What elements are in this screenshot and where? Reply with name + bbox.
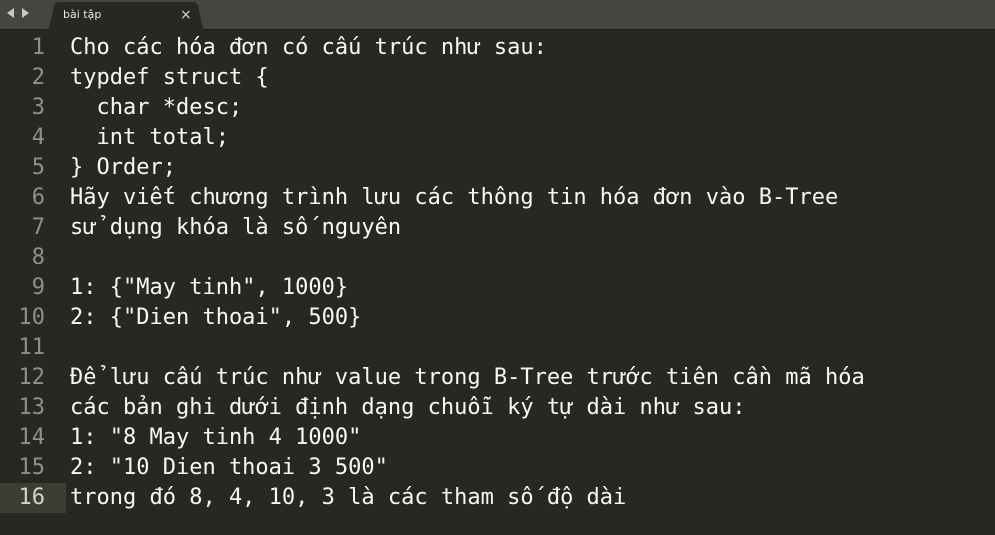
line-number: 15 <box>18 455 46 480</box>
line-number: 3 <box>31 95 45 120</box>
code-text: } Order; <box>70 155 176 180</box>
tab-bai-tap[interactable]: bài tập × <box>40 2 212 31</box>
chevron-right-icon[interactable] <box>20 7 30 19</box>
code-line[interactable]: 8 <box>0 243 995 273</box>
tab-bar: bài tập × <box>0 0 995 31</box>
code-line[interactable]: 15 2: "10 Dien thoai 3 500" <box>0 453 995 483</box>
code-line[interactable]: 7 sử dụng khóa là số nguyên <box>0 213 995 243</box>
chevron-left-icon[interactable] <box>6 7 16 19</box>
code-line[interactable]: 10 2: {"Dien thoai", 500} <box>0 303 995 333</box>
close-icon[interactable]: × <box>180 7 192 23</box>
line-number: 7 <box>31 215 45 240</box>
code-line[interactable]: 6 Hãy viết chương trình lưu các thông tin… <box>0 183 995 213</box>
line-number: 16 <box>18 485 46 510</box>
code-editor[interactable]: 1 Cho các hóa đơn có cấu trúc như sau: 2 ty… <box>0 31 995 535</box>
line-number: 14 <box>18 425 46 450</box>
code-line[interactable]: 16 trong đó 8, 4, 10, 3 là các tham số độ… <box>0 483 995 513</box>
code-line[interactable]: 4 int total; <box>0 123 995 153</box>
code-text: 2: "10 Dien thoai 3 500" <box>70 455 388 480</box>
line-number: 8 <box>31 245 45 270</box>
line-number: 1 <box>31 35 45 60</box>
code-text: 1: {"May tinh", 1000} <box>70 275 349 300</box>
code-text: 1: "8 May tinh 4 1000" <box>70 425 362 450</box>
code-line[interactable]: 1 Cho các hóa đơn có cấu trúc như sau: <box>0 33 995 63</box>
line-number: 12 <box>18 365 46 390</box>
line-number: 6 <box>31 185 45 210</box>
code-text: typdef struct { <box>70 65 269 90</box>
code-line[interactable]: 9 1: {"May tinh", 1000} <box>0 273 995 303</box>
code-line[interactable]: 14 1: "8 May tinh 4 1000" <box>0 423 995 453</box>
line-number: 2 <box>31 65 45 90</box>
line-number: 10 <box>18 305 46 330</box>
line-number: 9 <box>31 275 45 300</box>
code-line[interactable]: 11 <box>0 333 995 363</box>
code-text: char *desc; <box>70 95 243 120</box>
code-line[interactable]: 5 } Order; <box>0 153 995 183</box>
tab-navigation <box>6 7 30 19</box>
code-text: Để lưu cấu trúc như value trong B-Tree t… <box>70 365 865 390</box>
code-text: 2: {"Dien thoai", 500} <box>70 305 362 330</box>
line-number: 5 <box>31 155 45 180</box>
code-text: trong đó 8, 4, 10, 3 là các tham số độ d… <box>70 485 627 510</box>
code-line[interactable]: 13 các bản ghi dưới định dạng chuỗi ký tự… <box>0 393 995 423</box>
code-line[interactable]: 12 Để lưu cấu trúc như value trong B-Tree… <box>0 363 995 393</box>
editor-window: bài tập × 1 Cho các hóa đơn có cấu trúc n… <box>0 0 995 535</box>
code-text: Cho các hóa đơn có cấu trúc như sau: <box>70 35 547 60</box>
line-number: 11 <box>18 335 46 360</box>
tab-title: bài tập <box>63 8 102 21</box>
code-line[interactable]: 3 char *desc; <box>0 93 995 123</box>
code-text: int total; <box>70 125 229 150</box>
code-text: Hãy viết chương trình lưu các thông tin … <box>70 185 839 210</box>
code-line[interactable]: 2 typdef struct { <box>0 63 995 93</box>
code-text: các bản ghi dưới định dạng chuỗi ký tự d… <box>70 395 746 420</box>
line-number: 13 <box>18 395 46 420</box>
line-number: 4 <box>31 125 45 150</box>
code-text: sử dụng khóa là số nguyên <box>70 215 402 240</box>
